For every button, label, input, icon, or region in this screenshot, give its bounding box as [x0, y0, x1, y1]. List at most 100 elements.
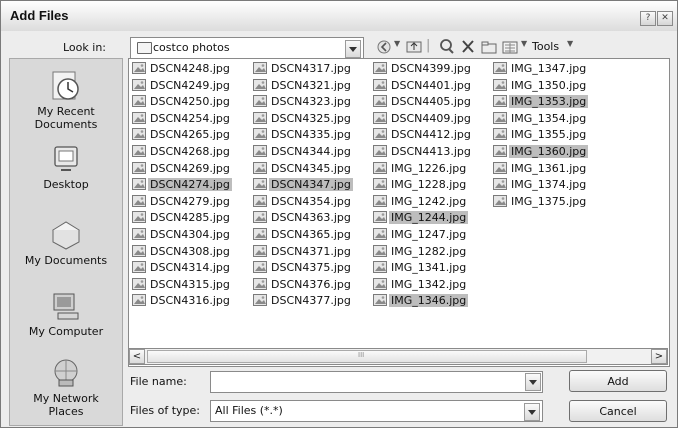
- file-item[interactable]: DSCN4412.jpg: [373, 128, 473, 144]
- file-item[interactable]: IMG_1353.jpg: [493, 95, 589, 111]
- file-item[interactable]: IMG_1346.jpg: [373, 294, 469, 310]
- file-item[interactable]: IMG_1354.jpg: [493, 111, 588, 128]
- file-item[interactable]: DSCN4405.jpg: [373, 95, 473, 111]
- file-item[interactable]: DSCN4314.jpg: [132, 261, 232, 277]
- scroll-left-button[interactable]: <: [129, 349, 145, 364]
- file-name: DSCN4316.jpg: [150, 294, 230, 308]
- file-item[interactable]: DSCN4375.jpg: [253, 261, 353, 277]
- file-item[interactable]: DSCN4409.jpg: [373, 111, 473, 128]
- file-item[interactable]: IMG_1341.jpg: [373, 261, 468, 277]
- file-item[interactable]: DSCN4363.jpg: [253, 211, 353, 227]
- file-item[interactable]: IMG_1342.jpg: [373, 277, 468, 294]
- chevron-down-icon[interactable]: [345, 40, 361, 58]
- look-in-dropdown[interactable]: costco photos: [130, 37, 364, 59]
- file-type-dropdown[interactable]: All Files (*.*): [210, 400, 543, 422]
- image-file-icon: [373, 95, 387, 108]
- file-item[interactable]: DSCN4325.jpg: [253, 111, 353, 128]
- file-item[interactable]: DSCN4317.jpg: [253, 62, 353, 78]
- place-recent-documents[interactable]: My Recent Documents: [10, 69, 122, 131]
- place-label: My Computer: [28, 325, 104, 338]
- file-item[interactable]: DSCN4376.jpg: [253, 277, 353, 294]
- file-name-dropdown[interactable]: [524, 371, 541, 391]
- place-my-documents[interactable]: My Documents: [10, 218, 122, 267]
- views-dropdown-icon[interactable]: ▼: [521, 39, 527, 59]
- file-type-value: All Files (*.*): [215, 404, 283, 417]
- new-folder-icon[interactable]: [481, 37, 498, 57]
- file-item[interactable]: DSCN4316.jpg: [132, 294, 232, 310]
- file-item[interactable]: IMG_1247.jpg: [373, 228, 468, 244]
- file-item[interactable]: DSCN4268.jpg: [132, 145, 232, 161]
- delete-icon[interactable]: [460, 37, 476, 57]
- add-button[interactable]: Add: [569, 370, 667, 392]
- file-item[interactable]: DSCN4323.jpg: [253, 95, 353, 111]
- search-web-icon[interactable]: [439, 37, 455, 57]
- file-item[interactable]: IMG_1361.jpg: [493, 161, 588, 178]
- file-item[interactable]: IMG_1242.jpg: [373, 194, 468, 211]
- file-item[interactable]: IMG_1350.jpg: [493, 78, 588, 95]
- file-item[interactable]: DSCN4399.jpg: [373, 62, 473, 78]
- file-name-input[interactable]: [210, 371, 543, 393]
- tools-dropdown-icon[interactable]: ▼: [567, 39, 573, 59]
- file-item[interactable]: DSCN4249.jpg: [132, 78, 232, 95]
- file-item[interactable]: DSCN4254.jpg: [132, 111, 232, 128]
- file-item[interactable]: IMG_1347.jpg: [493, 62, 588, 78]
- file-item[interactable]: DSCN4315.jpg: [132, 277, 232, 294]
- chevron-down-icon[interactable]: [525, 373, 541, 391]
- file-item[interactable]: DSCN4344.jpg: [253, 145, 353, 161]
- image-file-icon: [493, 194, 507, 207]
- back-icon[interactable]: [376, 37, 392, 57]
- file-item[interactable]: DSCN4304.jpg: [132, 228, 232, 244]
- file-item[interactable]: DSCN4377.jpg: [253, 294, 353, 310]
- file-item[interactable]: DSCN4345.jpg: [253, 161, 353, 178]
- image-file-icon: [253, 294, 267, 307]
- image-file-icon: [493, 62, 507, 74]
- file-item[interactable]: DSCN4413.jpg: [373, 145, 473, 161]
- file-name: DSCN4269.jpg: [150, 161, 230, 175]
- file-name: IMG_1350.jpg: [511, 78, 587, 92]
- file-item[interactable]: DSCN4274.jpg: [132, 178, 232, 194]
- file-item[interactable]: DSCN4401.jpg: [373, 78, 473, 95]
- file-item[interactable]: DSCN4308.jpg: [132, 244, 232, 261]
- file-item[interactable]: DSCN4347.jpg: [253, 178, 353, 194]
- place-label: My Documents: [24, 254, 108, 267]
- cancel-button[interactable]: Cancel: [569, 400, 667, 422]
- help-button[interactable]: ?: [640, 11, 656, 26]
- back-dropdown-icon[interactable]: ▼: [394, 39, 400, 59]
- horizontal-scrollbar[interactable]: < III >: [128, 348, 668, 365]
- file-item[interactable]: IMG_1355.jpg: [493, 128, 588, 144]
- file-item[interactable]: DSCN4250.jpg: [132, 95, 232, 111]
- file-item[interactable]: IMG_1282.jpg: [373, 244, 468, 261]
- scroll-thumb[interactable]: III: [147, 350, 587, 363]
- close-button[interactable]: ✕: [657, 11, 673, 26]
- up-folder-icon[interactable]: [406, 37, 422, 57]
- file-item[interactable]: DSCN4279.jpg: [132, 194, 232, 211]
- scroll-right-button[interactable]: >: [651, 349, 667, 364]
- file-item[interactable]: IMG_1228.jpg: [373, 178, 468, 194]
- place-network-places[interactable]: My Network Places: [10, 356, 122, 418]
- file-item[interactable]: IMG_1360.jpg: [493, 145, 589, 161]
- chevron-down-icon[interactable]: [524, 403, 540, 421]
- tools-menu[interactable]: Tools: [532, 40, 559, 60]
- file-item[interactable]: DSCN4371.jpg: [253, 244, 353, 261]
- file-item[interactable]: DSCN4265.jpg: [132, 128, 232, 144]
- file-name: DSCN4321.jpg: [271, 78, 351, 92]
- file-item[interactable]: DSCN4269.jpg: [132, 161, 232, 178]
- file-item[interactable]: IMG_1375.jpg: [493, 194, 588, 211]
- file-item[interactable]: DSCN4285.jpg: [132, 211, 232, 227]
- file-item[interactable]: DSCN4321.jpg: [253, 78, 353, 95]
- views-icon[interactable]: [502, 37, 519, 57]
- file-item[interactable]: IMG_1226.jpg: [373, 161, 468, 178]
- file-item[interactable]: DSCN4335.jpg: [253, 128, 353, 144]
- file-name: DSCN4376.jpg: [271, 277, 351, 291]
- file-item[interactable]: IMG_1244.jpg: [373, 211, 469, 227]
- file-name: DSCN4314.jpg: [150, 261, 230, 275]
- file-name: IMG_1342.jpg: [391, 277, 467, 291]
- place-my-computer[interactable]: My Computer: [10, 289, 122, 338]
- file-item[interactable]: DSCN4248.jpg: [132, 62, 232, 78]
- file-name: IMG_1282.jpg: [391, 244, 467, 258]
- place-desktop[interactable]: Desktop: [10, 142, 122, 191]
- file-item[interactable]: DSCN4365.jpg: [253, 228, 353, 244]
- file-list[interactable]: DSCN4248.jpg DSCN4249.jpg DSCN4250.jpg DSCN…: [128, 58, 670, 367]
- file-item[interactable]: IMG_1374.jpg: [493, 178, 588, 194]
- file-item[interactable]: DSCN4354.jpg: [253, 194, 353, 211]
